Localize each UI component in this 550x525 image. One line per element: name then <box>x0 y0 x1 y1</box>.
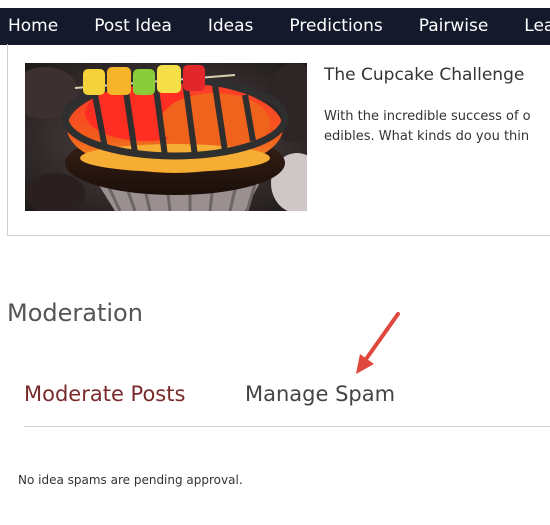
moderation-heading: Moderation <box>7 299 143 327</box>
nav-item-leaderboard[interactable]: Lea <box>506 8 550 45</box>
nav-item-home[interactable]: Home <box>0 8 76 45</box>
cupcake-image <box>25 63 307 211</box>
nav-item-ideas[interactable]: Ideas <box>190 8 272 45</box>
idea-title[interactable]: The Cupcake Challenge <box>324 65 524 85</box>
top-nav: Home Post Idea Ideas Predictions Pairwis… <box>0 8 550 45</box>
empty-state-message: No idea spams are pending approval. <box>18 473 243 487</box>
moderation-tabs: Moderate Posts Manage Spam <box>24 382 550 427</box>
page: Home Post Idea Ideas Predictions Pairwis… <box>0 0 550 525</box>
tab-moderate-posts[interactable]: Moderate Posts <box>24 382 185 406</box>
annotation-arrow-icon <box>356 312 400 374</box>
tab-manage-spam[interactable]: Manage Spam <box>245 382 395 406</box>
nav-item-predictions[interactable]: Predictions <box>271 8 400 45</box>
idea-description-line: edibles. What kinds do you thin <box>324 129 530 144</box>
nav-item-pairwise[interactable]: Pairwise <box>401 8 507 45</box>
nav-item-post-idea[interactable]: Post Idea <box>76 8 190 45</box>
idea-card: The Cupcake Challenge With the incredibl… <box>7 44 550 236</box>
idea-thumbnail[interactable] <box>25 63 307 211</box>
idea-description-line: With the incredible success of o <box>324 109 531 124</box>
idea-description: With the incredible success of o edibles… <box>324 107 550 147</box>
